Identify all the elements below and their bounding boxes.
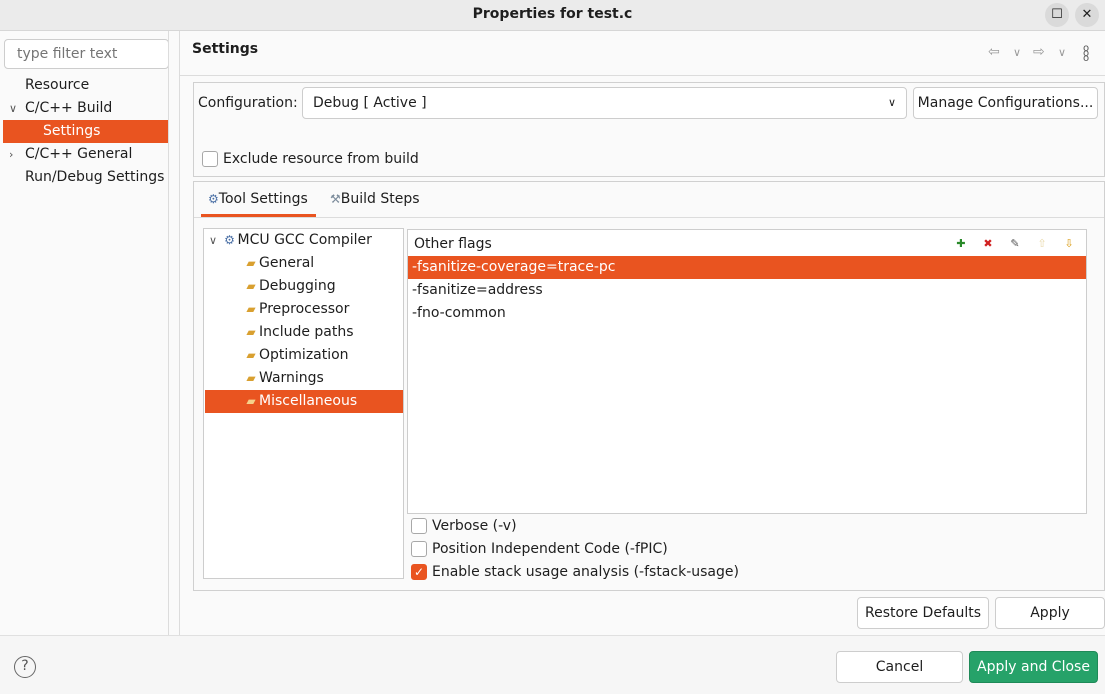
tree-item-label: Preprocessor [259,301,350,317]
tab-tool-settings[interactable]: ⚙Tool Settings [201,189,316,217]
help-icon[interactable]: ? [14,656,36,678]
checkbox-label: Exclude resource from build [223,151,419,167]
edit-icon[interactable]: ✎ [1007,236,1023,252]
sidebar-item-build[interactable]: ∨ C/C++ Build [3,97,169,120]
chevron-down-icon[interactable]: ∨ [9,97,17,120]
folder-icon: ▰ [246,348,256,362]
sidebar-item-resource[interactable]: Resource [3,74,169,97]
chevron-down-icon[interactable]: ∨ [209,234,217,247]
chevron-right-icon[interactable]: › [9,143,13,166]
manage-configurations-button[interactable]: Manage Configurations... [913,87,1098,119]
list-item[interactable]: -fsanitize=address [408,279,1086,302]
fpic-checkbox[interactable]: Position Independent Code (-fPIC) [411,541,668,557]
apply-and-close-button[interactable]: Apply and Close [969,651,1098,683]
list-header: Other flags [414,236,492,252]
move-up-icon[interactable]: ⇧ [1034,236,1050,252]
window-title: Properties for test.c [472,6,633,22]
exclude-checkbox[interactable]: Exclude resource from build [202,151,419,167]
tree-item-label: General [259,255,315,271]
tree-item-preprocessor[interactable]: ▰ Preprocessor [205,298,403,321]
folder-icon: ▰ [246,394,256,408]
forward-dropdown-icon[interactable]: ∨ [1058,46,1066,59]
tree-item-warnings[interactable]: ▰ Warnings [205,367,403,390]
checkbox-label: Verbose (-v) [432,518,517,534]
checkbox-label: Position Independent Code (-fPIC) [432,541,668,557]
divider [168,31,169,635]
stack-usage-checkbox[interactable]: ✓ Enable stack usage analysis (-fstack-us… [411,564,739,580]
folder-icon: ▰ [246,302,256,316]
forward-arrow-icon[interactable]: ⇨ [1033,44,1045,60]
cancel-button[interactable]: Cancel [836,651,963,683]
tab-label: Build Steps [340,191,420,207]
restore-defaults-button[interactable]: Restore Defaults [857,597,989,629]
list-item[interactable]: -fsanitize-coverage=trace-pc [408,256,1086,279]
checkbox-label: Enable stack usage analysis (-fstack-usa… [432,564,739,580]
tree-item-label: MCU GCC Compiler [237,232,372,248]
close-button[interactable]: ✕ [1075,3,1099,27]
tab-build-steps[interactable]: ⚒Build Steps [330,189,420,209]
checkbox[interactable] [411,518,427,534]
tree-item-label: Miscellaneous [259,393,358,409]
tree-item-label: Debugging [259,278,336,294]
list-item[interactable]: -fno-common [408,302,1086,325]
folder-icon: ▰ [246,279,256,293]
tree-item-miscellaneous[interactable]: ▰ Miscellaneous [205,390,403,413]
chevron-down-icon: ∨ [887,96,896,109]
divider [194,217,1104,218]
tree-item-label: Optimization [259,347,349,363]
sidebar-item-settings[interactable]: Settings [3,120,169,143]
tab-label: Tool Settings [218,191,308,207]
apply-button[interactable]: Apply [995,597,1105,629]
verbose-checkbox[interactable]: Verbose (-v) [411,518,517,534]
checkbox[interactable] [411,541,427,557]
more-menu-icon[interactable]: ooo [1083,44,1089,64]
tool-settings-icon: ⚙ [208,192,219,206]
sidebar-item-label: Run/Debug Settings [25,169,165,185]
sidebar-item-label: Settings [43,123,101,139]
move-down-icon[interactable]: ⇩ [1061,236,1077,252]
tree-item-label: Include paths [259,324,354,340]
configuration-value: Debug [ Active ] [313,95,427,111]
build-steps-icon: ⚒ [330,192,341,206]
checkbox-checked[interactable]: ✓ [411,564,427,580]
configuration-label: Configuration: [198,95,298,111]
close-icon: ✕ [1081,7,1093,22]
sidebar-item-label: C/C++ General [25,146,133,162]
configuration-select[interactable]: Debug [ Active ] ∨ [302,87,907,119]
folder-icon: ▰ [246,371,256,385]
maximize-button[interactable]: ☐ [1045,3,1069,27]
tree-item-include-paths[interactable]: ▰ Include paths [205,321,403,344]
tree-item-compiler[interactable]: ∨ ⚙ MCU GCC Compiler [205,229,403,252]
sidebar-item-general[interactable]: › C/C++ General [3,143,169,166]
tree-item-label: Warnings [259,370,324,386]
back-arrow-icon[interactable]: ⇦ [988,44,1000,60]
delete-icon[interactable]: ✖ [980,236,996,252]
tree-item-optimization[interactable]: ▰ Optimization [205,344,403,367]
tree-item-debugging[interactable]: ▰ Debugging [205,275,403,298]
divider [180,75,1105,76]
page-title: Settings [192,41,259,57]
back-dropdown-icon[interactable]: ∨ [1013,46,1021,59]
checkbox[interactable] [202,151,218,167]
sidebar-item-label: C/C++ Build [25,100,113,116]
add-icon[interactable]: ✚ [953,236,969,252]
tree-item-general[interactable]: ▰ General [205,252,403,275]
filter-input[interactable] [4,39,169,69]
sash[interactable] [179,31,180,635]
folder-icon: ▰ [246,325,256,339]
sidebar-item-run-debug[interactable]: Run/Debug Settings [3,166,169,189]
compiler-icon: ⚙ [224,233,235,247]
sidebar-item-label: Resource [25,77,90,93]
folder-icon: ▰ [246,256,256,270]
square-icon: ☐ [1051,7,1063,22]
